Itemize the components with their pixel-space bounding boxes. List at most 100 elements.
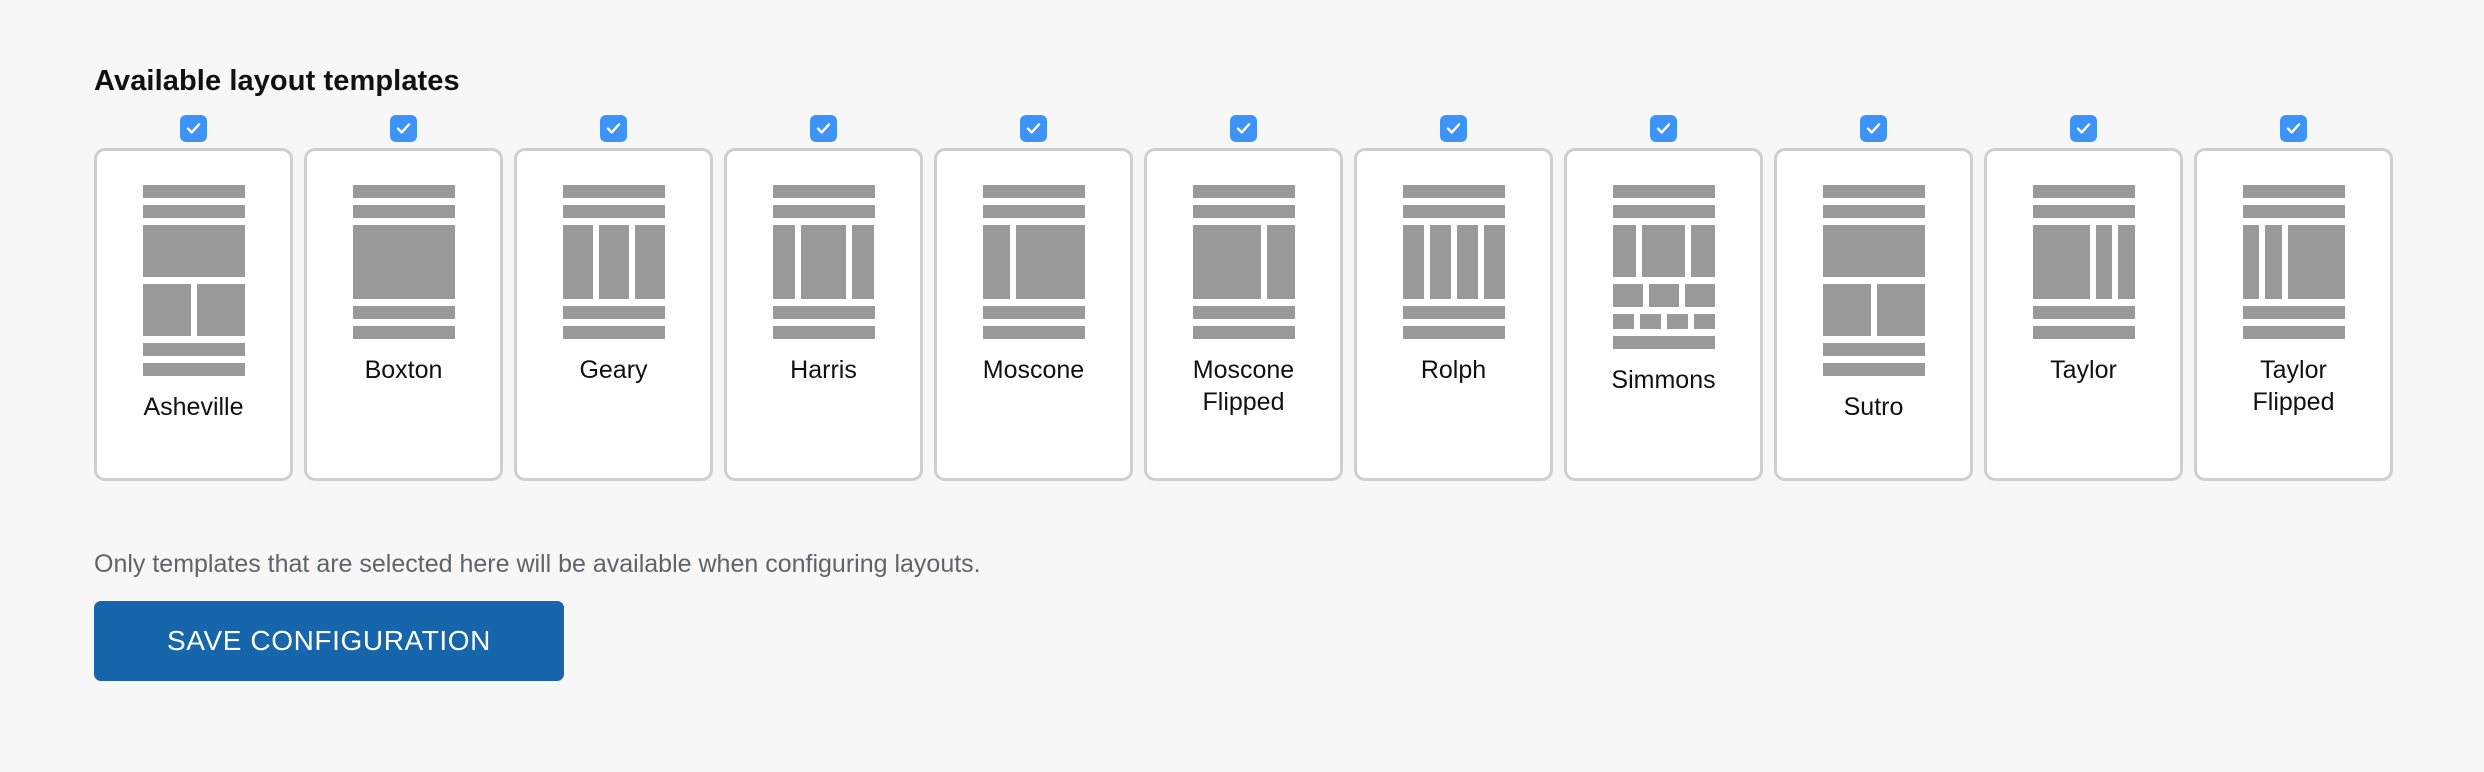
checkmark-icon: [2286, 123, 2301, 134]
layout-preview-icon: [352, 185, 455, 339]
layout-preview-bar: [1822, 343, 1925, 356]
layout-preview-bar: [352, 185, 455, 198]
template-card[interactable]: Taylor Flipped: [2194, 148, 2393, 481]
template-card[interactable]: Geary: [514, 148, 713, 481]
layout-preview-bar: [2242, 306, 2345, 319]
layout-preview-icon: [1402, 185, 1505, 339]
layout-preview-bar: [142, 343, 245, 356]
template-checkbox[interactable]: [2280, 115, 2307, 142]
help-text: Only templates that are selected here wi…: [94, 550, 981, 578]
layout-preview-bar: [1192, 205, 1295, 218]
layout-preview-bar: [2242, 326, 2345, 339]
layout-preview-bar: [352, 205, 455, 218]
layout-preview-icon: [1192, 185, 1295, 339]
layout-preview-bar: [982, 306, 1085, 319]
layout-preview-column: [598, 225, 629, 299]
template-checkbox[interactable]: [1440, 115, 1467, 142]
layout-preview-column: [1641, 225, 1686, 277]
save-configuration-button[interactable]: SAVE CONFIGURATION: [94, 601, 564, 681]
layout-preview-icon: [1822, 185, 1925, 376]
layout-preview-bar: [142, 185, 245, 198]
template-checkbox[interactable]: [1650, 115, 1677, 142]
template-card[interactable]: Harris: [724, 148, 923, 481]
layout-preview-column-row: [2242, 225, 2345, 299]
checkmark-icon: [2076, 123, 2091, 134]
layout-preview-column: [2287, 225, 2345, 299]
layout-preview-column-row: [142, 284, 245, 336]
layout-preview-bar: [1402, 185, 1505, 198]
template-checkbox[interactable]: [180, 115, 207, 142]
template-card[interactable]: Asheville: [94, 148, 293, 481]
layout-preview-column: [2095, 225, 2112, 299]
layout-preview-bar: [1402, 326, 1505, 339]
layout-preview-column-row: [1402, 225, 1505, 299]
layout-preview-bar: [352, 326, 455, 339]
template-card[interactable]: Taylor: [1984, 148, 2183, 481]
layout-preview-bar: [142, 225, 245, 277]
layout-preview-icon: [2032, 185, 2135, 339]
layout-preview-bar: [1192, 326, 1295, 339]
template-checkbox[interactable]: [2070, 115, 2097, 142]
layout-preview-bar: [772, 185, 875, 198]
layout-preview-bar: [562, 205, 665, 218]
template-card[interactable]: Simmons: [1564, 148, 1763, 481]
layout-preview-bar: [2032, 205, 2135, 218]
layout-preview-bar: [1822, 185, 1925, 198]
template-checkbox[interactable]: [1860, 115, 1887, 142]
template-item: Harris: [724, 115, 923, 481]
layout-preview-bar: [562, 185, 665, 198]
layout-preview-bar: [982, 205, 1085, 218]
template-card[interactable]: Moscone: [934, 148, 1133, 481]
template-card[interactable]: Rolph: [1354, 148, 1553, 481]
layout-preview-column: [1456, 225, 1478, 299]
layout-preview-column: [982, 225, 1010, 299]
layout-preview-icon: [142, 185, 245, 376]
layout-preview-column: [562, 225, 593, 299]
layout-preview-bar: [1612, 185, 1715, 198]
layout-preview-column: [2265, 225, 2282, 299]
template-item: Simmons: [1564, 115, 1763, 481]
layout-preview-bar: [1822, 225, 1925, 277]
checkmark-icon: [1236, 123, 1251, 134]
layout-preview-column: [1429, 225, 1451, 299]
template-checkbox[interactable]: [600, 115, 627, 142]
layout-preview-icon: [772, 185, 875, 339]
template-card[interactable]: Boxton: [304, 148, 503, 481]
layout-preview-icon: [1612, 185, 1715, 349]
template-card[interactable]: Sutro: [1774, 148, 1973, 481]
template-checkbox[interactable]: [390, 115, 417, 142]
layout-preview-bar: [1192, 185, 1295, 198]
layout-preview-column: [2242, 225, 2259, 299]
layout-preview-column: [852, 225, 875, 299]
layout-preview-column: [2118, 225, 2135, 299]
layout-preview-bar: [772, 205, 875, 218]
layout-preview-column: [1612, 225, 1636, 277]
layout-preview-bar: [2032, 185, 2135, 198]
layout-preview-column: [800, 225, 847, 299]
layout-preview-icon: [982, 185, 1085, 339]
checkmark-icon: [1866, 123, 1881, 134]
layout-templates-page: Available layout templates Asheville Boxt…: [0, 0, 2484, 772]
template-name: Rolph: [1420, 356, 1487, 384]
layout-preview-bar: [1192, 306, 1295, 319]
template-name: Boxton: [364, 356, 443, 384]
layout-preview-column: [634, 225, 665, 299]
template-item: Geary: [514, 115, 713, 481]
template-card[interactable]: Moscone Flipped: [1144, 148, 1343, 481]
template-checkbox[interactable]: [810, 115, 837, 142]
template-checkbox[interactable]: [1020, 115, 1047, 142]
layout-preview-bar: [2242, 205, 2345, 218]
template-item: Taylor Flipped: [2194, 115, 2393, 481]
checkmark-icon: [606, 123, 621, 134]
layout-preview-column: [1612, 314, 1634, 329]
layout-preview-bar: [562, 326, 665, 339]
layout-preview-icon: [2242, 185, 2345, 339]
template-checkbox[interactable]: [1230, 115, 1257, 142]
layout-preview-bar: [142, 363, 245, 376]
layout-preview-column: [1483, 225, 1505, 299]
layout-preview-column-row: [1822, 284, 1925, 336]
layout-preview-column: [2032, 225, 2090, 299]
layout-preview-bar: [1402, 306, 1505, 319]
layout-preview-column-row: [772, 225, 875, 299]
layout-preview-column-row: [1192, 225, 1295, 299]
